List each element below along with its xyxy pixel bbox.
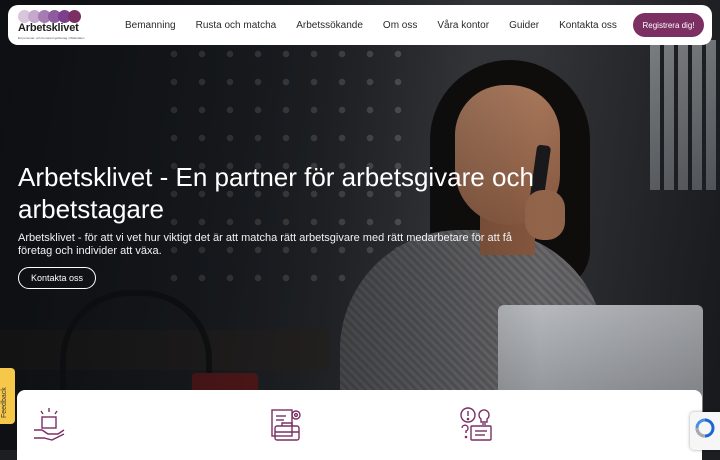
contact-us-button[interactable]: Kontakta oss	[18, 267, 96, 289]
briefcase-gear-icon	[271, 409, 301, 441]
nav-item-arbetssokande[interactable]: Arbetssökande	[296, 20, 363, 31]
logo-tagline: Ett personal- och bemanningsföretag i Mä…	[18, 36, 85, 40]
logo-wordmark: Arbetsklivet	[18, 22, 79, 34]
site-logo[interactable]: Arbetsklivet Ett personal- och bemanning…	[18, 10, 84, 40]
hero-title: Arbetsklivet - En partner för arbetsgiva…	[18, 162, 534, 224]
register-button[interactable]: Registrera dig!	[633, 13, 704, 37]
nav-item-vara-kontor[interactable]: Våra kontor	[437, 20, 489, 31]
idea-question-icon	[460, 407, 492, 441]
recaptcha-icon	[695, 418, 715, 438]
nav-item-kontakta-oss[interactable]: Kontakta oss	[559, 20, 617, 31]
recaptcha-badge[interactable]	[690, 412, 720, 450]
hero-description: Arbetsklivet - för att vi vet hur viktig…	[18, 232, 512, 257]
hero-overlay	[0, 0, 720, 450]
nav-item-rusta-och-matcha[interactable]: Rusta och matcha	[196, 20, 277, 31]
feedback-label: Feedback	[1, 387, 8, 418]
nav-item-guider[interactable]: Guider	[509, 20, 539, 31]
nav-item-om-oss[interactable]: Om oss	[383, 20, 417, 31]
hero-background-image	[0, 0, 720, 450]
site-header: Arbetsklivet Ett personal- och bemanning…	[8, 5, 712, 45]
main-nav: Bemanning Rusta och matcha Arbetssökande…	[125, 5, 617, 45]
feedback-tab[interactable]: Feedback	[0, 368, 15, 424]
box-hand-icon	[34, 408, 65, 441]
nav-item-bemanning[interactable]: Bemanning	[125, 20, 176, 31]
